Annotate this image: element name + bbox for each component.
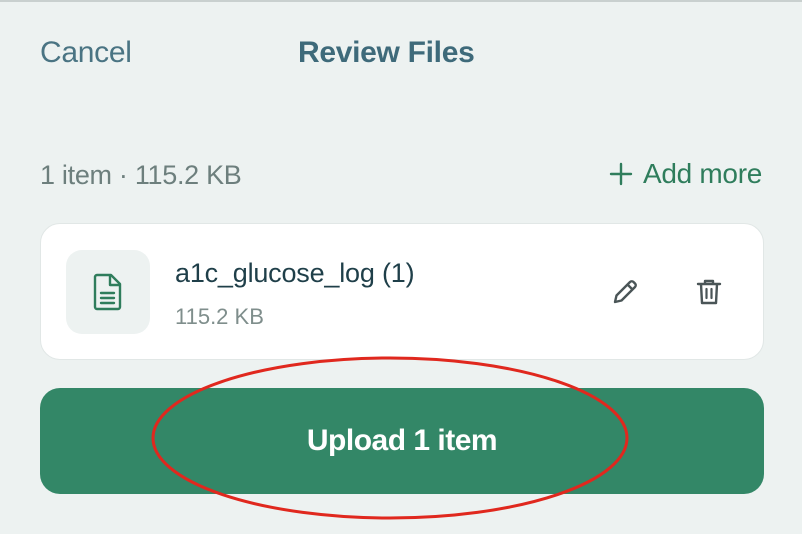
file-name: a1c_glucose_log (1) bbox=[175, 258, 415, 288]
delete-button[interactable] bbox=[693, 276, 725, 308]
pencil-icon bbox=[613, 280, 637, 304]
upload-button[interactable]: Upload 1 item bbox=[40, 388, 764, 494]
trash-icon bbox=[696, 279, 722, 305]
add-more-button[interactable]: Add more bbox=[609, 158, 762, 190]
document-icon bbox=[66, 250, 150, 334]
top-divider bbox=[0, 0, 802, 2]
page-title: Review Files bbox=[298, 36, 475, 69]
add-more-label: Add more bbox=[643, 158, 762, 189]
cancel-button[interactable]: Cancel bbox=[40, 36, 132, 70]
plus-icon bbox=[609, 162, 633, 186]
file-item: a1c_glucose_log (1) 115.2 KB bbox=[40, 223, 764, 360]
file-size: 115.2 KB bbox=[175, 304, 264, 329]
review-files-screen: Cancel Review Files 1 item · 115.2 KB Ad… bbox=[0, 0, 802, 534]
file-summary: 1 item · 115.2 KB bbox=[40, 160, 242, 190]
rename-button[interactable] bbox=[609, 276, 641, 308]
